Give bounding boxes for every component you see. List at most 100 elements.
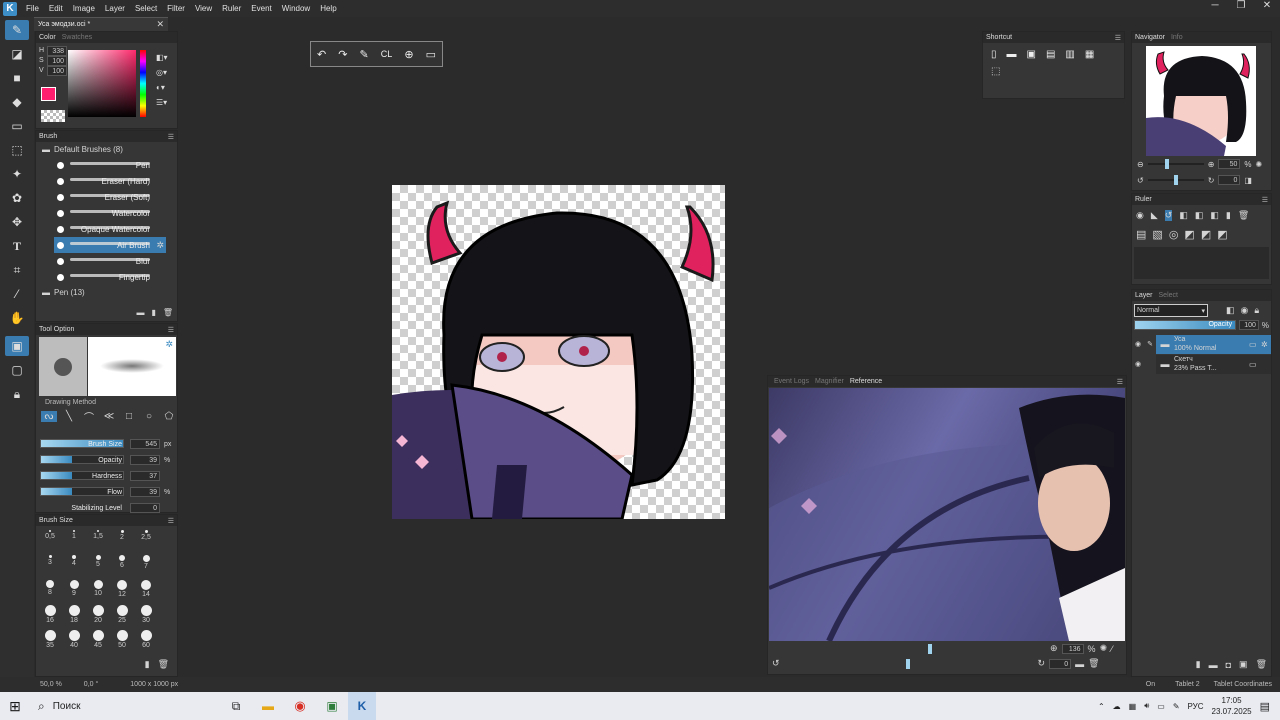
tab-layer[interactable]: Layer [1135, 292, 1153, 299]
lock-icon[interactable]: 🔒︎ [5, 384, 29, 404]
brush-settings-icon[interactable]: ✲ [156, 240, 164, 251]
new-folder-icon[interactable]: ▬ [1209, 660, 1218, 670]
save-icon[interactable]: ▣ [1027, 49, 1036, 60]
krita-icon[interactable]: K [348, 692, 376, 720]
brush-size-preset[interactable]: 35 [39, 628, 61, 652]
diagonal-ruler-icon[interactable]: ▧ [1152, 228, 1162, 241]
volume-icon[interactable]: 🔊︎ [1144, 701, 1149, 711]
brush-size-preset[interactable]: 14 [135, 578, 157, 602]
brush-size-preset[interactable]: 2,5 [135, 528, 157, 552]
visibility-icon[interactable]: ◉ [1132, 360, 1144, 368]
brush-size-preset[interactable]: 4 [63, 553, 85, 577]
ruler-new-icon[interactable]: ▮ [1226, 210, 1231, 221]
param-row[interactable]: Hardness 37 [40, 468, 176, 484]
layer-row[interactable]: ◉ ✎ ▬ Уса 100% Normal ▭ ✲ [1132, 334, 1271, 354]
merge-icon[interactable]: ◘ [1226, 660, 1231, 670]
text-tool-icon[interactable]: T [5, 236, 29, 256]
panel-menu-icon[interactable]: ☰ [168, 326, 174, 334]
ref-rotate-track[interactable] [784, 658, 1034, 669]
menu-layer[interactable]: Layer [100, 4, 130, 13]
brush-item[interactable]: Watercolor [54, 205, 166, 221]
brush-folder-icon[interactable]: ▬ [136, 308, 144, 317]
brush-size-preset[interactable]: 1 [63, 528, 85, 552]
tab-select[interactable]: Select [1159, 292, 1178, 299]
ref-zoom-track[interactable] [786, 643, 1046, 654]
nav-zoom-field[interactable]: 50 [1218, 159, 1241, 169]
perspective2-icon[interactable]: ◩ [1201, 228, 1211, 241]
explorer-icon[interactable]: ▬ [252, 699, 284, 713]
layer-mask-icon[interactable]: ▣ [1239, 659, 1248, 670]
new-layer-icon[interactable]: ▮ [1196, 659, 1201, 670]
transparent-swatch[interactable] [41, 110, 65, 122]
menu-ruler[interactable]: Ruler [217, 4, 246, 13]
brush-size-preset[interactable]: 10 [87, 578, 109, 602]
brush-size-preset[interactable]: 0,5 [39, 528, 61, 552]
visibility-icon[interactable]: ◉ [1132, 340, 1144, 348]
layer-opacity-slider[interactable]: Opacity [1134, 320, 1237, 330]
ref-rotate-field[interactable]: 0 [1049, 658, 1072, 669]
brush-group-pen[interactable]: ▬ Pen (13) [36, 285, 177, 300]
brush-item[interactable]: Blur [54, 253, 166, 269]
panel-menu-icon[interactable]: ☰ [168, 133, 174, 141]
tab-color[interactable]: Color [39, 34, 56, 41]
navigator-thumbnail[interactable] [1146, 46, 1256, 156]
nav-zoom-slider[interactable] [1147, 159, 1204, 169]
brush-size-preset[interactable]: 2 [111, 528, 133, 552]
menu-image[interactable]: Image [68, 4, 100, 13]
menu-file[interactable]: File [21, 4, 44, 13]
zoom-in-icon[interactable]: ⊕ [1208, 160, 1215, 169]
clear-icon[interactable]: CL [381, 49, 393, 59]
brush-item[interactable]: Eraser (Soft) [54, 189, 166, 205]
search-box[interactable]: ⌕ Поиск [30, 692, 220, 720]
delete-layer-icon[interactable]: 🗑︎ [1256, 659, 1267, 670]
tab-event-logs[interactable]: Event Logs [774, 378, 809, 385]
select-pen-icon[interactable]: ✿ [5, 188, 29, 208]
menu-window[interactable]: Window [277, 4, 315, 13]
notification-icon[interactable]: ▤ [1260, 700, 1270, 713]
clock[interactable]: 17:05 23.07.2025 [1212, 695, 1252, 717]
rect-tool-icon[interactable]: ■ [5, 68, 29, 88]
ref-rotate-left-icon[interactable]: ↺ [772, 658, 780, 669]
brush-tool-icon[interactable]: ✎ [5, 20, 29, 40]
close-tab-icon[interactable]: ✕ [156, 19, 164, 30]
redo-icon[interactable]: ↷ [338, 48, 347, 61]
tab-navigator[interactable]: Navigator [1135, 34, 1165, 41]
brush-size-preset[interactable]: 40 [63, 628, 85, 652]
ref-zoom-field[interactable]: 136 [1061, 643, 1084, 654]
param-value[interactable]: 545 [130, 439, 160, 449]
reset-zoom-icon[interactable]: ✺ [1256, 160, 1263, 169]
panel-menu-icon[interactable]: ☰ [1117, 378, 1123, 386]
select-rect-icon[interactable]: ⬚ [5, 140, 29, 160]
chrome-icon[interactable]: ◉ [284, 698, 316, 714]
ruler-visible-icon[interactable]: ◉ [1136, 210, 1144, 221]
hue-strip[interactable] [140, 50, 146, 117]
eyedropper-icon[interactable]: ⁄ [5, 284, 29, 304]
hue-field[interactable]: 338 [47, 46, 67, 56]
close-window-icon[interactable]: ✕ [1254, 0, 1280, 11]
ruler-active-icon[interactable]: ↺ [1164, 210, 1173, 221]
brush-size-preset[interactable]: 3 [39, 553, 61, 577]
tab-swatches[interactable]: Swatches [62, 34, 92, 41]
rect-method-icon[interactable]: □ [121, 411, 137, 422]
tab-info[interactable]: Info [1171, 34, 1183, 41]
color-slider-icon[interactable]: ◐▾ [156, 80, 168, 95]
edit-lock-icon[interactable]: ✎ [1144, 340, 1156, 348]
layer-row[interactable]: ◉ ▬ Скетч 23% Pass T... ▭ [1132, 354, 1271, 374]
brush-size-preset[interactable]: 1,5 [87, 528, 109, 552]
primary-color-swatch[interactable] [41, 87, 56, 101]
ref-fit-icon[interactable]: ✺ [1100, 643, 1108, 654]
export-icon[interactable]: ▥ [1065, 49, 1074, 60]
battery-icon[interactable]: ▭ [1157, 702, 1165, 711]
brush-item[interactable]: Fingertip [54, 269, 166, 285]
polyline-icon[interactable]: ≪ [101, 411, 117, 422]
fit-icon[interactable]: ⬚ [991, 66, 1000, 77]
magic-wand-icon[interactable]: ✦ [5, 164, 29, 184]
minimize-icon[interactable]: ─ [1202, 0, 1228, 11]
tab-reference[interactable]: Reference [850, 378, 882, 385]
brush-size-preset[interactable]: 6 [111, 553, 133, 577]
perspective1-icon[interactable]: ◩ [1184, 228, 1194, 241]
add-size-icon[interactable]: ▮ [145, 659, 150, 670]
flip-icon[interactable]: ◨ [1244, 176, 1252, 185]
layer-opacity-field[interactable]: 100 [1239, 320, 1259, 330]
nav-rotate-slider[interactable] [1147, 175, 1204, 185]
